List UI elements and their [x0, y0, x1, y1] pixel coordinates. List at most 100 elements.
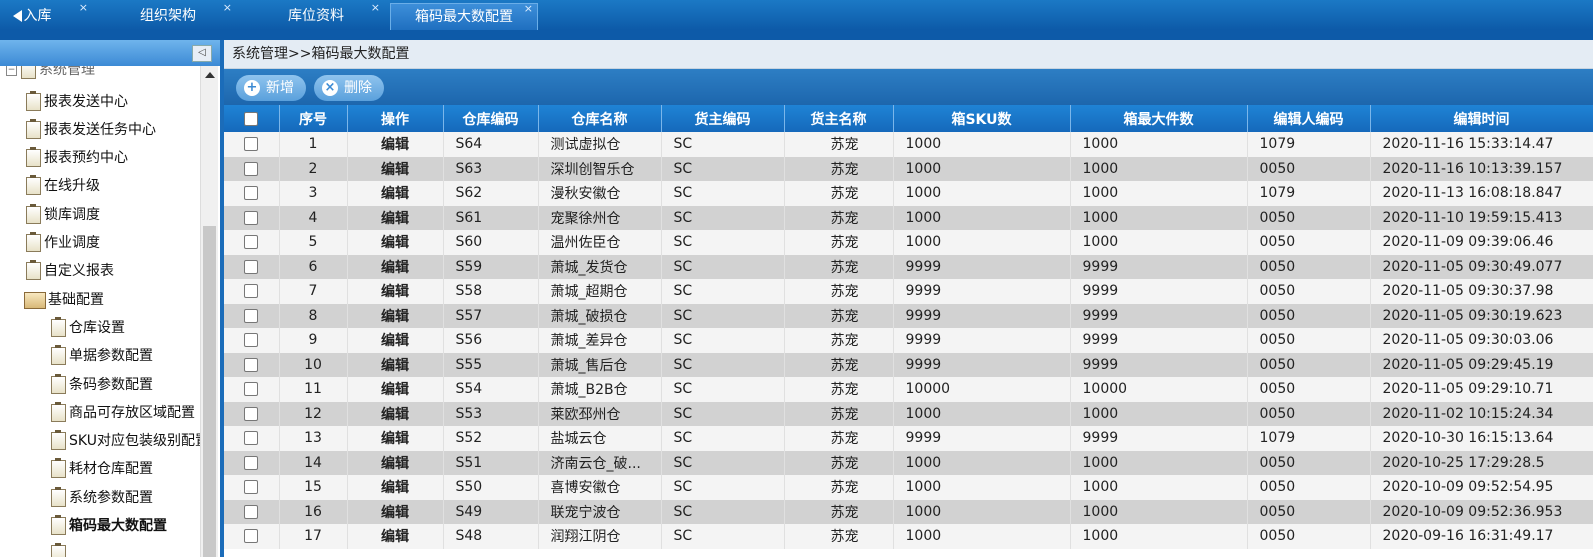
- row-select-cell[interactable]: [224, 254, 280, 279]
- tree-node-storage-area-config[interactable]: 商品可存放区域配置: [51, 402, 195, 423]
- row-checkbox[interactable]: [244, 382, 259, 397]
- tree-node-sku-package-config[interactable]: SKU对应包装级别配置: [51, 430, 200, 451]
- scroll-thumb[interactable]: [203, 226, 216, 557]
- edit-link[interactable]: 编辑: [347, 132, 444, 157]
- row-checkbox[interactable]: [244, 406, 259, 421]
- tree-node-job-scheduling[interactable]: 作业调度: [26, 232, 100, 253]
- table-row[interactable]: 17 编辑 S48 润翔江阴仓 SC 苏宠 1000 1000 0050 2020-09-16 1…: [224, 524, 1593, 549]
- row-select-cell[interactable]: [224, 156, 280, 181]
- tree-node-consumables-warehouse[interactable]: 耗材仓库配置: [51, 458, 153, 479]
- edit-link[interactable]: 编辑: [347, 205, 444, 230]
- row-select-cell[interactable]: [224, 230, 280, 255]
- delete-button[interactable]: × 删除: [314, 75, 384, 101]
- column-header[interactable]: 编辑时间: [1370, 105, 1593, 132]
- row-select-cell[interactable]: [224, 524, 280, 549]
- column-header[interactable]: 货主编码: [661, 105, 785, 132]
- table-row[interactable]: 10 编辑 S55 萧城_售后仓 SC 苏宠 9999 9999 0050 2020-11-05 …: [224, 352, 1593, 377]
- edit-link[interactable]: 编辑: [347, 524, 444, 549]
- table-row[interactable]: 1 编辑 S64 测试虚拟仓 SC 苏宠 1000 1000 1079 2020-11-16 15…: [224, 132, 1593, 157]
- tab-org-structure[interactable]: 组织架构 ×: [118, 1, 232, 29]
- table-row[interactable]: 2 编辑 S63 深圳创智乐仓 SC 苏宠 1000 1000 0050 2020-11-16 1…: [224, 156, 1593, 181]
- close-icon[interactable]: ×: [223, 0, 232, 21]
- row-checkbox[interactable]: [244, 529, 259, 544]
- table-row[interactable]: 16 编辑 S49 联宠宁波仓 SC 苏宠 1000 1000 0050 2020-10-09 0…: [224, 499, 1593, 524]
- table-row[interactable]: 11 编辑 S54 萧城_B2B仓 SC 苏宠 10000 10000 0050 2020-11-…: [224, 377, 1593, 402]
- row-select-cell[interactable]: [224, 401, 280, 426]
- edit-link[interactable]: 编辑: [347, 181, 444, 206]
- edit-link[interactable]: 编辑: [347, 254, 444, 279]
- row-checkbox[interactable]: [244, 357, 259, 372]
- column-header[interactable]: 箱SKU数: [893, 105, 1071, 132]
- select-all-checkbox[interactable]: [244, 111, 259, 126]
- row-checkbox[interactable]: [244, 137, 259, 152]
- edit-link[interactable]: 编辑: [347, 450, 444, 475]
- column-header[interactable]: 仓库编码: [443, 105, 539, 132]
- close-icon[interactable]: ×: [79, 0, 88, 21]
- tree-node-barcode-params[interactable]: 条码参数配置: [51, 374, 153, 395]
- column-header[interactable]: 仓库名称: [538, 105, 662, 132]
- column-header[interactable]: 编辑人编码: [1247, 105, 1371, 132]
- column-header[interactable]: 序号: [279, 105, 348, 132]
- edit-link[interactable]: 编辑: [347, 401, 444, 426]
- select-all-header[interactable]: [224, 105, 280, 132]
- row-checkbox[interactable]: [244, 186, 259, 201]
- table-row[interactable]: 5 编辑 S60 温州佐臣仓 SC 苏宠 1000 1000 0050 2020-11-09 09…: [224, 230, 1593, 255]
- table-row[interactable]: 14 编辑 S51 济南云仓_破... SC 苏宠 1000 1000 0050 2020-10-…: [224, 450, 1593, 475]
- table-row[interactable]: 4 编辑 S61 宠聚徐州仓 SC 苏宠 1000 1000 0050 2020-11-10 19…: [224, 205, 1593, 230]
- row-select-cell[interactable]: [224, 499, 280, 524]
- row-select-cell[interactable]: [224, 377, 280, 402]
- collapse-sidebar-button[interactable]: ◁: [192, 45, 212, 62]
- row-checkbox[interactable]: [244, 333, 259, 348]
- tree-node-report-center[interactable]: 报表发送中心: [26, 91, 128, 112]
- column-header[interactable]: 货主名称: [784, 105, 894, 132]
- column-header[interactable]: 箱最大件数: [1070, 105, 1248, 132]
- close-icon[interactable]: ×: [524, 0, 533, 22]
- edit-link[interactable]: 编辑: [347, 156, 444, 181]
- tree-node-system-params[interactable]: 系统参数配置: [51, 487, 153, 508]
- row-select-cell[interactable]: [224, 181, 280, 206]
- sidebar-scrollbar[interactable]: [200, 66, 218, 557]
- table-row[interactable]: 3 编辑 S62 漫秋安徽仓 SC 苏宠 1000 1000 1079 2020-11-13 16…: [224, 181, 1593, 206]
- row-checkbox[interactable]: [244, 431, 259, 446]
- edit-link[interactable]: 编辑: [347, 328, 444, 353]
- close-icon[interactable]: ×: [371, 0, 380, 21]
- tree-node-custom-report[interactable]: 自定义报表: [26, 260, 114, 281]
- row-select-cell[interactable]: [224, 205, 280, 230]
- tree-node-system-management[interactable]: − 系统管理: [6, 66, 95, 80]
- collapse-toggle-icon[interactable]: −: [6, 66, 17, 76]
- tree-node-basic-config[interactable]: 基础配置: [24, 290, 104, 310]
- tree-node-lock-scheduling[interactable]: 锁库调度: [26, 204, 100, 225]
- tree-node-report-booking-center[interactable]: 报表预约中心: [26, 147, 128, 168]
- tab-inbound[interactable]: 入库 ×: [2, 1, 88, 29]
- row-checkbox[interactable]: [244, 235, 259, 250]
- row-checkbox[interactable]: [244, 308, 259, 323]
- tree-node-box-max-config[interactable]: 箱码最大数配置: [51, 515, 167, 536]
- row-checkbox[interactable]: [244, 161, 259, 176]
- edit-link[interactable]: 编辑: [347, 303, 444, 328]
- edit-link[interactable]: 编辑: [347, 352, 444, 377]
- row-select-cell[interactable]: [224, 450, 280, 475]
- edit-link[interactable]: 编辑: [347, 499, 444, 524]
- row-select-cell[interactable]: [224, 303, 280, 328]
- table-row[interactable]: 8 编辑 S57 萧城_破损仓 SC 苏宠 9999 9999 0050 2020-11-05 0…: [224, 303, 1593, 328]
- tree-node-document-params[interactable]: 单据参数配置: [51, 345, 153, 366]
- row-select-cell[interactable]: [224, 426, 280, 451]
- row-select-cell[interactable]: [224, 475, 280, 500]
- row-select-cell[interactable]: [224, 279, 280, 304]
- edit-link[interactable]: 编辑: [347, 475, 444, 500]
- row-select-cell[interactable]: [224, 132, 280, 157]
- row-checkbox[interactable]: [244, 210, 259, 225]
- table-row[interactable]: 15 编辑 S50 喜博安徽仓 SC 苏宠 1000 1000 0050 2020-10-09 0…: [224, 475, 1593, 500]
- edit-link[interactable]: 编辑: [347, 377, 444, 402]
- row-checkbox[interactable]: [244, 259, 259, 274]
- table-row[interactable]: 9 编辑 S56 萧城_差异仓 SC 苏宠 9999 9999 0050 2020-11-05 0…: [224, 328, 1593, 353]
- row-select-cell[interactable]: [224, 352, 280, 377]
- edit-link[interactable]: 编辑: [347, 230, 444, 255]
- row-checkbox[interactable]: [244, 480, 259, 495]
- add-button[interactable]: + 新增: [236, 75, 306, 101]
- row-select-cell[interactable]: [224, 328, 280, 353]
- table-row[interactable]: 13 编辑 S52 盐城云仓 SC 苏宠 9999 9999 1079 2020-10-30 16…: [224, 426, 1593, 451]
- row-checkbox[interactable]: [244, 504, 259, 519]
- column-header[interactable]: 操作: [347, 105, 444, 132]
- tab-box-max-config[interactable]: 箱码最大数配置 ×: [390, 0, 538, 30]
